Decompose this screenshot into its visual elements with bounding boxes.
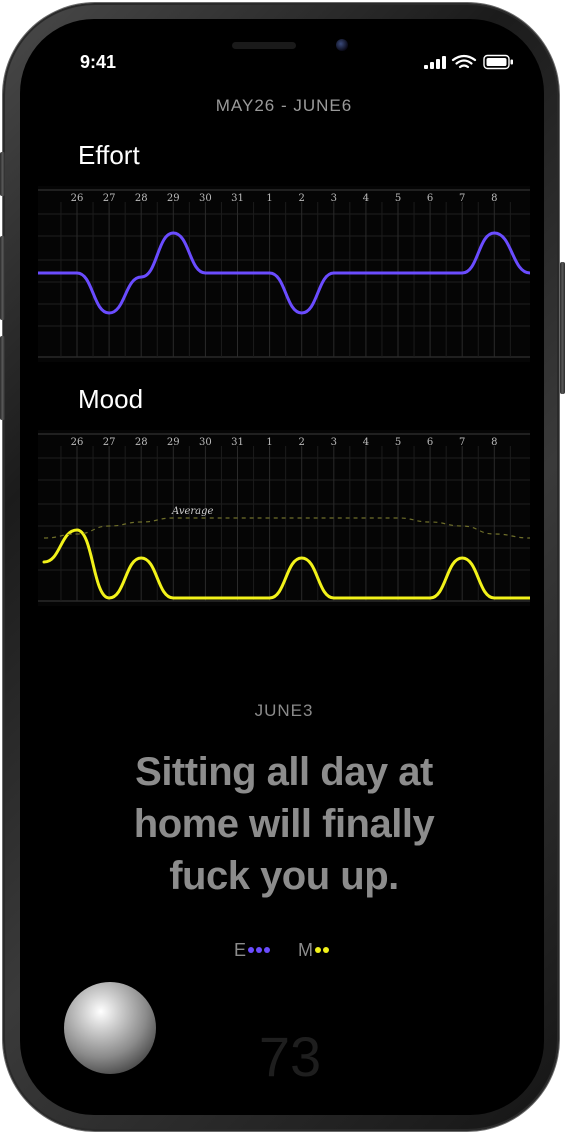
day-tick-label: 2 bbox=[299, 437, 305, 448]
day-tick-label: 8 bbox=[491, 437, 497, 448]
effort-chart[interactable]: 26 27 28 29 30 31 1 2 3 4 5 6 7 8 bbox=[38, 186, 530, 362]
day-tick-label: 6 bbox=[427, 437, 433, 448]
day-tick-label: 3 bbox=[331, 193, 337, 204]
day-tick-label: 31 bbox=[231, 437, 244, 448]
insight-quote: Sitting all day at home will finally fuc… bbox=[133, 750, 435, 898]
day-tick-label: 30 bbox=[199, 437, 212, 448]
day-tick-label: 6 bbox=[427, 193, 433, 204]
effort-dot bbox=[248, 947, 255, 954]
day-tick-label: 27 bbox=[103, 437, 116, 448]
silent-switch bbox=[0, 152, 5, 196]
day-tick-label: 7 bbox=[459, 193, 465, 204]
day-tick-label: 4 bbox=[363, 193, 369, 204]
mood-chart[interactable]: 26 27 28 29 30 31 1 2 3 4 5 6 7 8 Average bbox=[38, 430, 530, 606]
front-camera bbox=[336, 39, 348, 51]
day-tick-label: 28 bbox=[135, 193, 148, 204]
battery-icon bbox=[483, 54, 513, 70]
day-tick-label: 26 bbox=[71, 193, 84, 204]
cellular-signal-icon bbox=[424, 56, 446, 69]
average-label: Average bbox=[171, 506, 214, 517]
day-tick-label: 29 bbox=[167, 193, 180, 204]
mood-dot bbox=[323, 947, 329, 954]
day-tick-label: 28 bbox=[135, 437, 148, 448]
status-time: 9:41 bbox=[80, 52, 117, 72]
orb-button[interactable] bbox=[64, 982, 156, 1074]
day-tick-label: 5 bbox=[395, 193, 401, 204]
effort-label: Effort bbox=[78, 140, 140, 170]
speaker bbox=[232, 42, 296, 49]
power-button bbox=[560, 262, 565, 394]
wifi-icon bbox=[451, 54, 477, 69]
day-tick-label: 27 bbox=[103, 193, 116, 204]
mood-label: Mood bbox=[78, 384, 144, 414]
legend-mood-letter: M bbox=[298, 940, 313, 960]
legend-mood[interactable]: M bbox=[298, 940, 329, 961]
effort-dot bbox=[256, 947, 263, 954]
legend-effort[interactable]: E bbox=[234, 940, 271, 961]
status-icons bbox=[424, 54, 516, 70]
day-tick-label: 2 bbox=[299, 193, 305, 204]
legend-effort-letter: E bbox=[234, 940, 247, 960]
day-tick-label: 1 bbox=[266, 437, 272, 448]
day-tick-label: 4 bbox=[363, 437, 369, 448]
score-value: 73 bbox=[258, 1025, 322, 1088]
day-tick-label: 3 bbox=[331, 437, 337, 448]
day-tick-label: 8 bbox=[491, 193, 497, 204]
day-tick-label: 5 bbox=[395, 437, 401, 448]
day-tick-label: 26 bbox=[71, 437, 84, 448]
effort-dot bbox=[264, 947, 271, 954]
day-tick-label: 29 bbox=[167, 437, 180, 448]
day-tick-label: 30 bbox=[199, 193, 212, 204]
day-tick-label: 31 bbox=[231, 193, 244, 204]
mood-dot bbox=[315, 947, 321, 954]
volume-down-button bbox=[0, 336, 5, 420]
volume-up-button bbox=[0, 236, 5, 320]
day-tick-label: 1 bbox=[266, 193, 272, 204]
date-range-title: MAY26 - JUNE6 bbox=[215, 96, 353, 115]
selected-date: JUNE3 bbox=[254, 701, 314, 720]
day-tick-label: 7 bbox=[459, 437, 465, 448]
